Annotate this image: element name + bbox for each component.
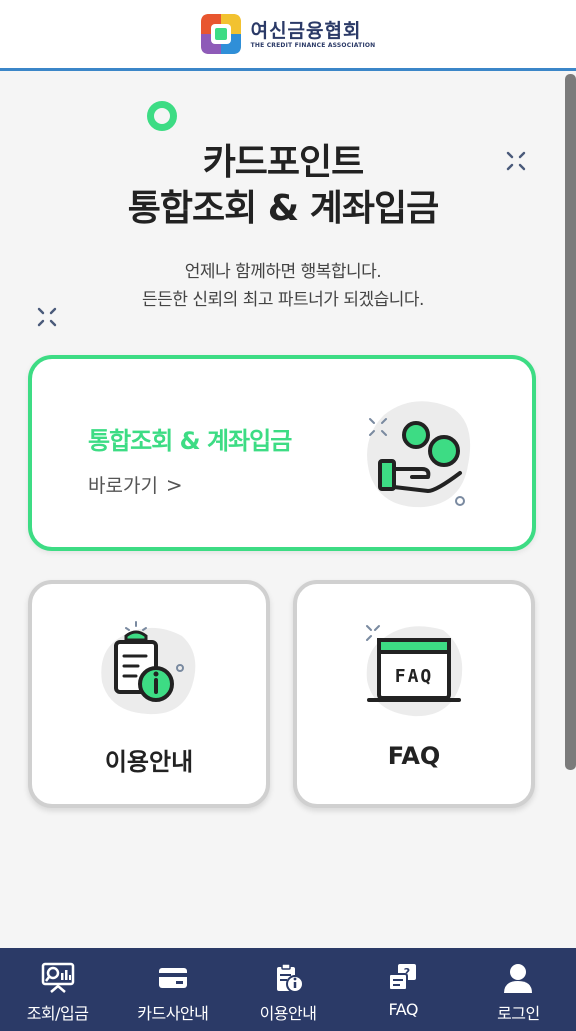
hand-coins-icon — [367, 401, 471, 508]
lookup-deposit-card[interactable]: 통합조회 & 계좌입금 바로가기 > — [28, 355, 536, 551]
usage-guide-label: 이용안내 — [104, 748, 194, 776]
app-header: 여신금융협회 THE CREDIT FINANCE ASSOCIATION — [0, 0, 576, 71]
svg-text:FAQ: FAQ — [395, 666, 434, 687]
chevron-right-icon: > — [165, 472, 183, 497]
nav-label-faq: FAQ — [388, 1000, 418, 1019]
page-title: 카드포인트 통합조회 & 계좌입금 — [0, 140, 566, 232]
title-line-1: 카드포인트 — [202, 142, 365, 183]
usage-guide-card[interactable]: 이용안내 — [28, 580, 270, 808]
shortcut-link[interactable]: 바로가기 > — [88, 471, 183, 498]
faq-label: FAQ — [387, 742, 441, 770]
nav-item-lookup[interactable]: 조회/입금 — [0, 948, 115, 1031]
title-line-2: 통합조회 & 계좌입금 — [127, 188, 439, 229]
nav-item-faq[interactable]: ? FAQ — [346, 948, 461, 1031]
faq-icon: ? — [388, 964, 417, 991]
faq-board-icon: FAQ — [366, 625, 463, 717]
nav-label-guide: 이용안내 — [259, 1004, 317, 1023]
page-scrollbar[interactable] — [565, 74, 576, 770]
subtitle-line-2: 든든한 신뢰의 최고 파트너가 되겠습니다. — [142, 290, 424, 310]
page-subtitle: 언제나 함께하면 행복합니다. 든든한 신뢰의 최고 파트너가 되겠습니다. — [0, 258, 566, 314]
logo-mark-icon — [200, 14, 241, 54]
clipboard-info-icon — [101, 621, 196, 715]
nav-item-card-company[interactable]: 카드사안내 — [115, 948, 230, 1031]
user-icon — [504, 964, 533, 993]
nav-item-login[interactable]: 로그인 — [461, 948, 576, 1031]
guide-icon — [277, 963, 304, 993]
nav-label-card-company: 카드사안내 — [137, 1004, 209, 1023]
card-icon — [158, 968, 187, 988]
subtitle-line-1: 언제나 함께하면 행복합니다. — [184, 262, 382, 282]
lookup-icon — [41, 962, 74, 993]
nav-label-lookup: 조회/입금 — [26, 1004, 89, 1023]
bottom-navigation: 조회/입금 카드사안내 이용안내 ? FAQ 로그인 — [0, 948, 576, 1031]
shortcut-label: 바로가기 — [88, 475, 158, 497]
nav-label-login: 로그인 — [497, 1004, 540, 1023]
logo-english-text: THE CREDIT FINANCE ASSOCIATION — [250, 41, 376, 49]
faq-card[interactable]: FAQ FAQ — [293, 580, 535, 808]
card-title: 통합조회 & 계좌입금 — [88, 427, 292, 455]
decorative-ring-icon — [147, 101, 177, 131]
logo-korean-text: 여신금융협회 — [250, 19, 362, 42]
association-logo[interactable]: 여신금융협회 THE CREDIT FINANCE ASSOCIATION — [200, 14, 376, 54]
nav-item-guide[interactable]: 이용안내 — [230, 948, 345, 1031]
